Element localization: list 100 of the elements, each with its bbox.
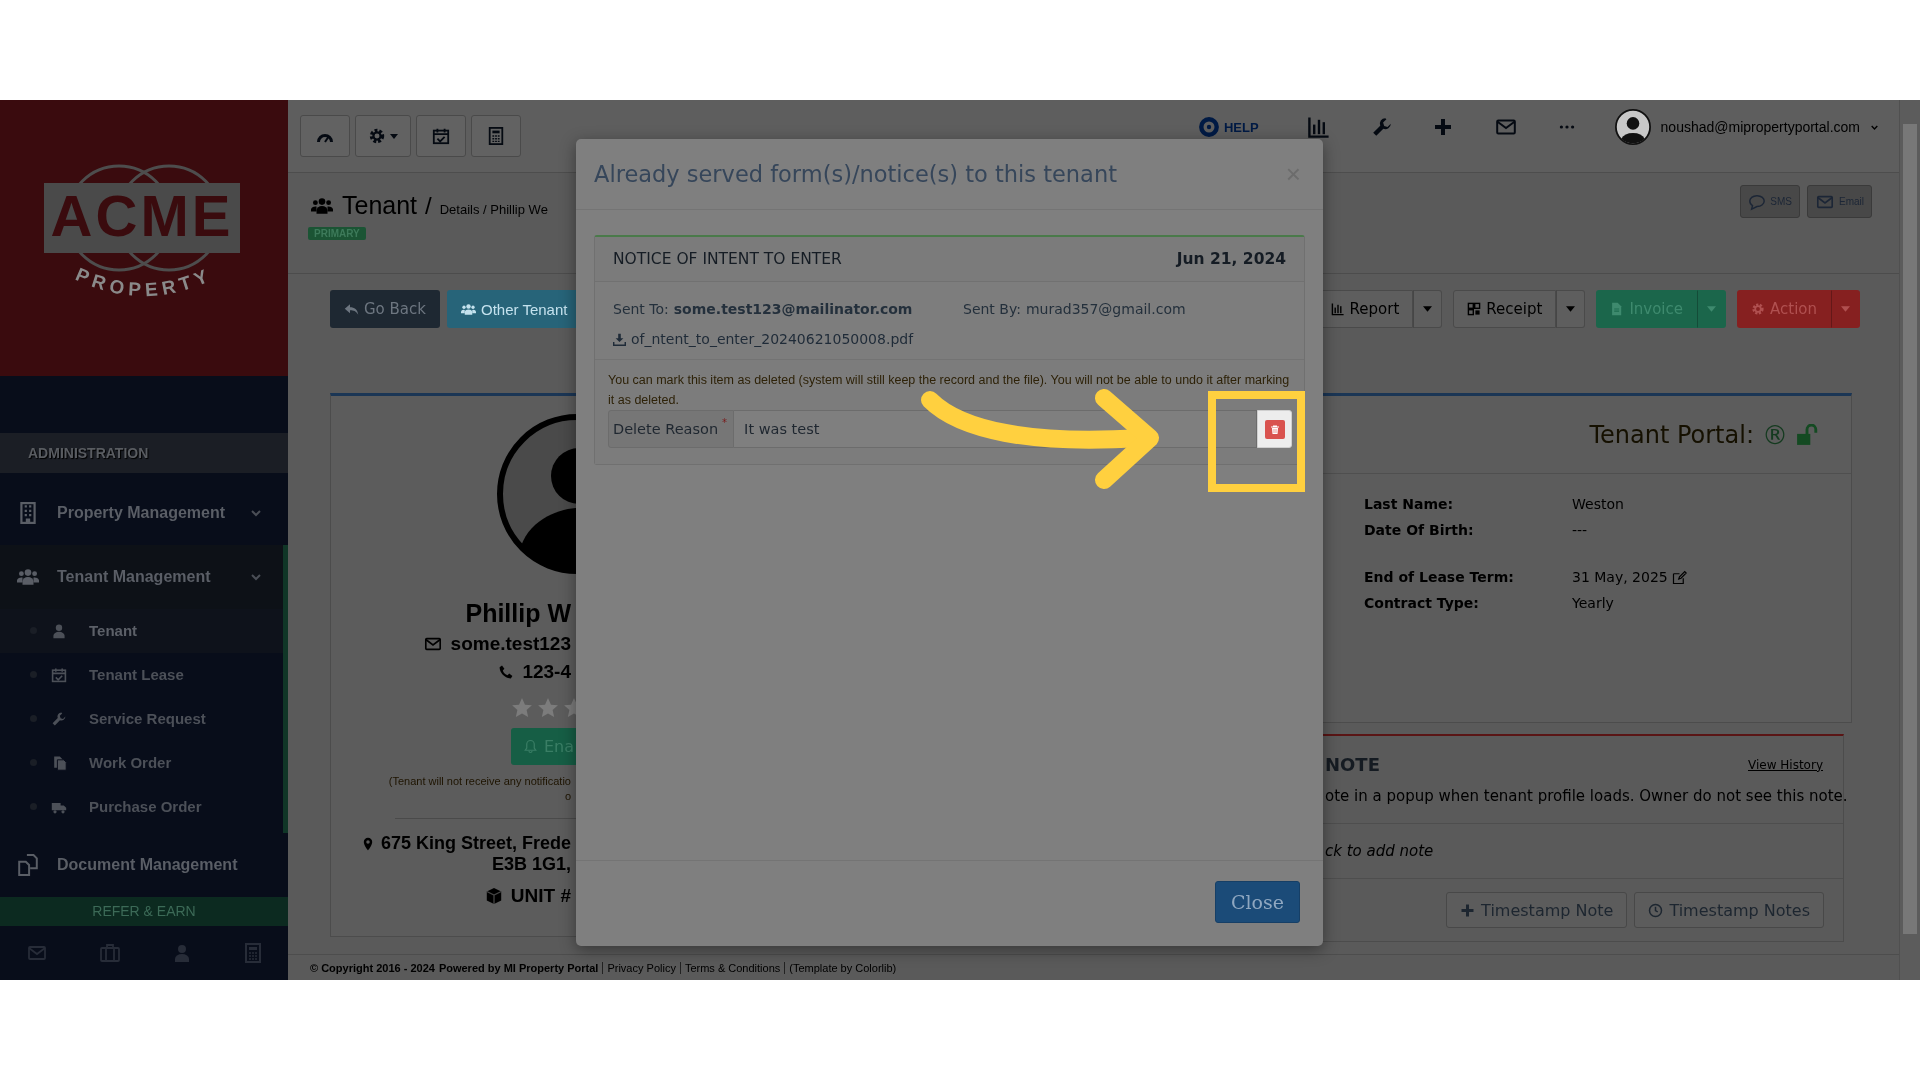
field-value: 31 May, 2025 xyxy=(1572,569,1668,585)
notice-title: NOTICE OF INTENT TO ENTER xyxy=(613,250,842,268)
plus-icon xyxy=(1460,902,1476,918)
avatar-icon xyxy=(1614,109,1651,145)
modal-title: Already served form(s)/notice(s) to this tenant xyxy=(594,161,1117,187)
sidebar-item[interactable]: Property Management xyxy=(0,480,288,545)
action-button[interactable]: Receipt xyxy=(1453,290,1557,328)
user-icon xyxy=(51,622,67,639)
caret-icon xyxy=(1423,306,1433,312)
field-label: Last Name: xyxy=(1364,496,1455,512)
back-button[interactable]: Go Back xyxy=(330,290,440,328)
bell-icon xyxy=(523,739,538,754)
breadcrumb: Details / Phillip We xyxy=(439,202,548,217)
field-label: End of Lease Term: xyxy=(1364,569,1515,585)
sender-email: murad357@gmail.com xyxy=(1025,301,1186,317)
caret-icon xyxy=(390,133,398,139)
section-title: ADMINISTRATION xyxy=(0,432,288,473)
tenant-name: Phillip W xyxy=(465,599,571,628)
settings-button[interactable] xyxy=(355,115,411,157)
page-title: Tenant xyxy=(342,191,418,220)
close-button[interactable]: Close xyxy=(1214,881,1300,923)
submenu-item[interactable]: Service Request xyxy=(0,696,283,741)
rating-star[interactable] xyxy=(537,697,559,719)
dropdown-button[interactable] xyxy=(1413,290,1443,328)
plus-icon[interactable] xyxy=(1432,117,1453,137)
submenu-item[interactable]: Tenant Lease xyxy=(0,652,283,697)
registered-symbol: ® xyxy=(1762,419,1788,450)
submenu-item[interactable]: Purchase Order xyxy=(0,784,283,829)
field-label: Sent To: xyxy=(613,301,669,317)
sidebar-item[interactable]: Tenant Management xyxy=(0,544,288,609)
calculator-icon[interactable] xyxy=(242,942,263,965)
copyright-text: © Copyright 2016 - 2024 xyxy=(310,961,435,974)
tenant-phone: 123-4 xyxy=(522,661,571,683)
footer-link[interactable]: Terms & Conditions xyxy=(679,961,781,974)
rating-star[interactable] xyxy=(511,697,533,719)
calendar-button[interactable] xyxy=(416,115,466,157)
file-download-link[interactable]: of_ntent_to_enter_20240621050008.pdf xyxy=(613,331,1286,347)
grid-icon xyxy=(1467,302,1482,316)
briefcase-icon[interactable] xyxy=(98,943,121,964)
field-label: Date Of Birth: xyxy=(1364,522,1475,538)
view-history-link[interactable]: View History xyxy=(1748,757,1823,772)
users-icon xyxy=(461,301,476,317)
documents-icon xyxy=(17,853,39,876)
bar-chart-icon xyxy=(1330,302,1345,316)
unit-label: UNIT # xyxy=(510,885,571,907)
template-credit: (Template by Colorlib) xyxy=(784,961,897,974)
calculator-icon xyxy=(487,127,505,145)
bar-chart-icon[interactable] xyxy=(1306,115,1331,139)
scrollbar[interactable] xyxy=(1899,100,1920,980)
field-value: Weston xyxy=(1572,496,1624,512)
lifebuoy-icon xyxy=(1197,116,1220,138)
recipient-email: some.test123@mailinator.com xyxy=(673,301,913,317)
logo-drawing: ACME PROPERTY xyxy=(44,163,244,313)
note-title: NOTE xyxy=(1325,754,1380,775)
dashboard-button[interactable] xyxy=(300,115,350,157)
caret-icon xyxy=(1841,306,1850,312)
calculator-button[interactable] xyxy=(471,115,521,157)
footer-link[interactable]: Privacy Policy xyxy=(602,961,676,974)
sidebar-item[interactable]: Document Management xyxy=(0,832,288,897)
speech-bubble-icon xyxy=(1748,192,1767,211)
caret-icon xyxy=(1566,306,1576,312)
tenant-email: some.test123 xyxy=(450,633,571,655)
calendar-check-icon xyxy=(51,666,67,683)
refer-button[interactable]: REFER & EARN xyxy=(0,896,288,927)
chevron-down-icon xyxy=(1870,123,1879,131)
settings-icon xyxy=(1751,302,1765,316)
wrench-icon xyxy=(51,710,67,727)
field-label: Contract Type: xyxy=(1364,595,1480,611)
timestamp-button[interactable]: Timestamp Notes xyxy=(1634,892,1824,928)
title-separator: / xyxy=(425,192,432,220)
delete-button[interactable] xyxy=(1257,410,1292,448)
building-icon xyxy=(17,501,39,524)
cube-icon xyxy=(484,887,503,905)
warning-text: You can mark this item as deleted (system will still keep the record and the file). You will not be able to undo it after marking it as deleted. xyxy=(608,372,1291,409)
phone-icon xyxy=(498,664,515,680)
user-menu[interactable]: noushad@mipropertyportal.com xyxy=(1614,109,1879,145)
files-icon xyxy=(51,754,67,771)
tenant-portal-label: Tenant Portal: xyxy=(1589,420,1754,449)
unlocked-padlock-icon[interactable] xyxy=(1796,423,1818,446)
envelope-icon xyxy=(422,635,443,653)
address-line: E3B 1G1, xyxy=(491,854,571,875)
delete-reason-label: Delete Reason $^{*}$ xyxy=(608,410,735,448)
submenu-item[interactable]: Work Order xyxy=(0,740,283,785)
timestamp-button[interactable]: Timestamp Note xyxy=(1446,892,1628,928)
caret-icon xyxy=(1707,306,1716,312)
notice-date: Jun 21, 2024 xyxy=(1176,250,1286,268)
calendar-check-icon xyxy=(432,127,450,145)
settings-icon xyxy=(368,127,386,145)
submenu-item[interactable]: Tenant xyxy=(0,608,283,653)
download-icon xyxy=(613,332,626,346)
field-label: Sent By: xyxy=(963,301,1021,317)
clock-icon xyxy=(1648,902,1664,918)
address-line: 675 King Street, Frede xyxy=(380,833,571,854)
edit-icon[interactable] xyxy=(1671,569,1687,585)
trash-icon xyxy=(1264,419,1285,439)
notification-note: o xyxy=(564,790,571,802)
help-link[interactable]: HELP xyxy=(1197,116,1259,138)
dropdown-button[interactable] xyxy=(1556,290,1586,328)
powered-by-link[interactable]: Powered by MI Property Portal xyxy=(438,961,599,974)
wrench-icon[interactable] xyxy=(1370,116,1393,138)
